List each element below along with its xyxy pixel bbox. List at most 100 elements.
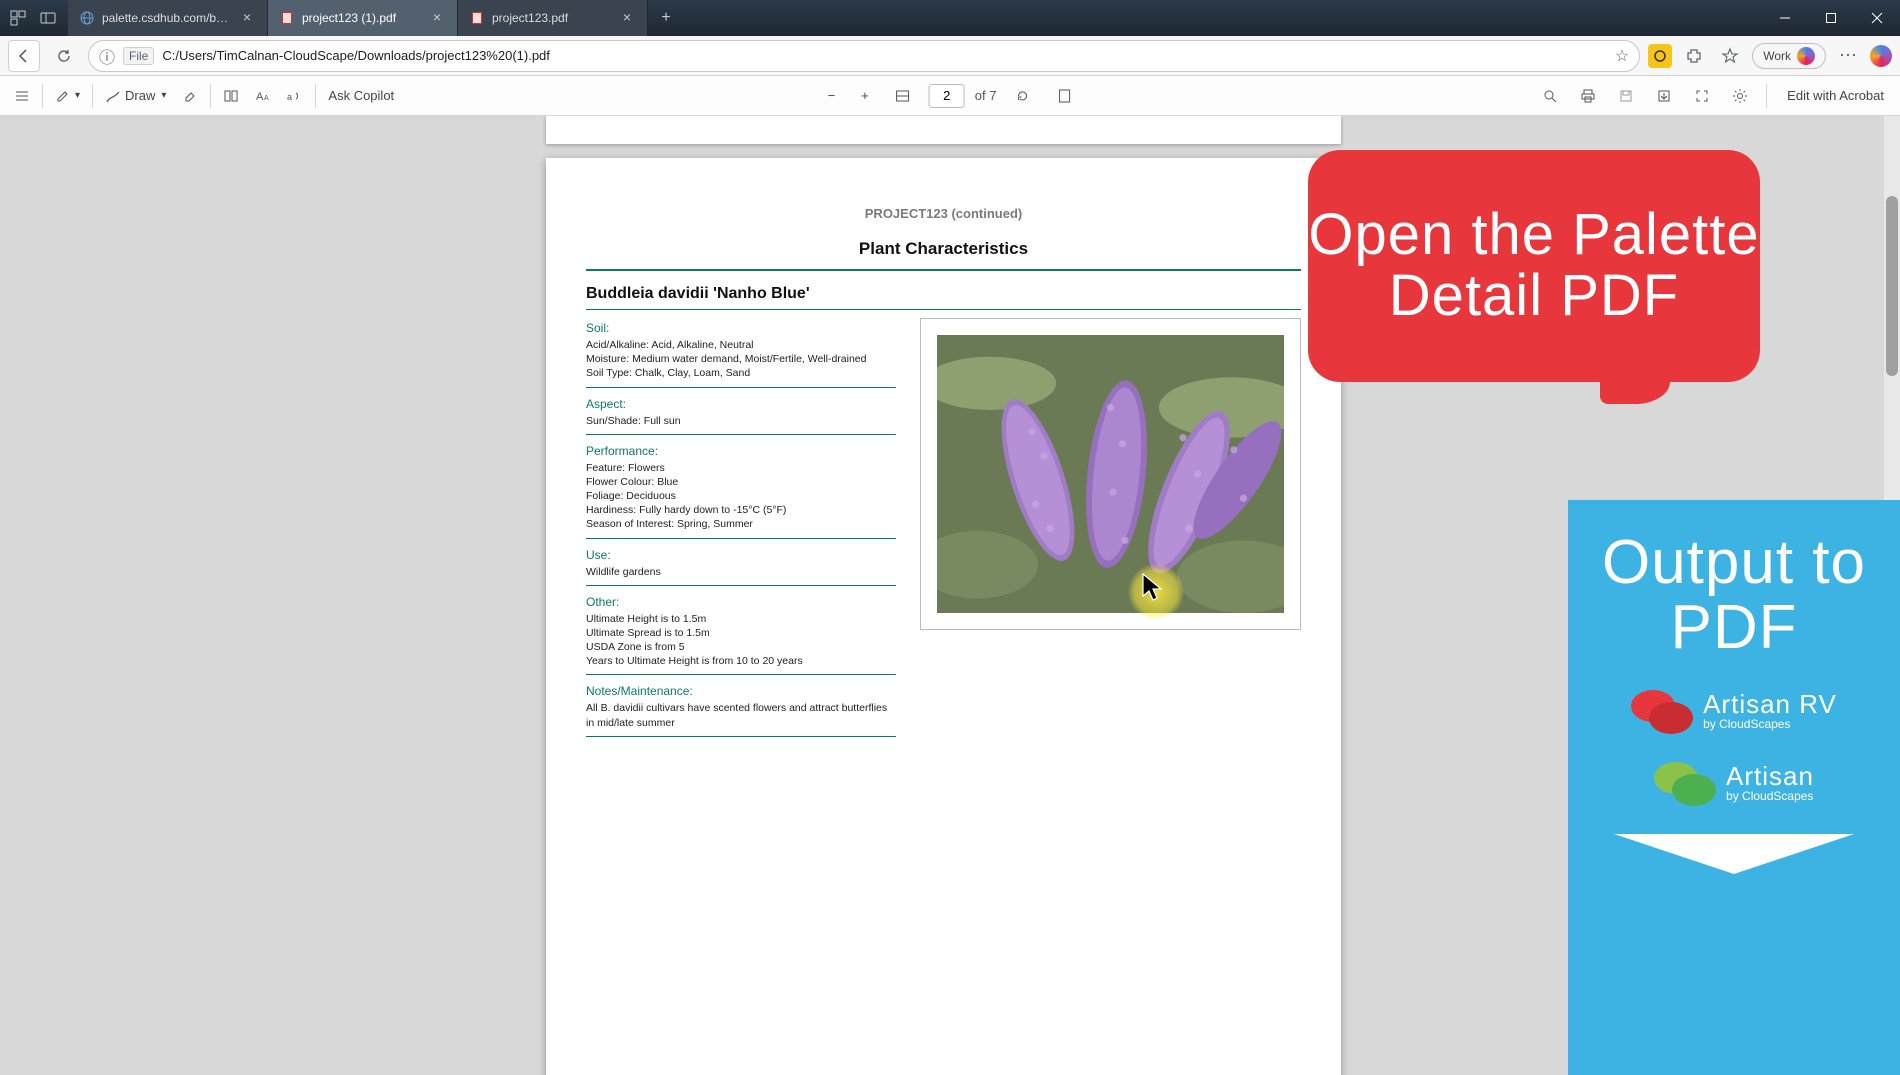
more-menu-icon[interactable]: ⋯ (1834, 42, 1862, 70)
url-input[interactable] (162, 48, 1607, 63)
section-body: Feature: Flowers Flower Colour: Blue Fol… (586, 461, 896, 538)
highlight-button[interactable]: ▾ (47, 82, 88, 110)
close-icon[interactable]: × (429, 10, 445, 26)
tab-title: project123 (1).pdf (302, 11, 423, 25)
tab-palette-csdhub[interactable]: palette.csdhub.com/builder.aspx × (68, 0, 268, 36)
divider (586, 269, 1301, 271)
scrollbar-thumb[interactable] (1886, 196, 1898, 376)
pdf-icon (280, 11, 294, 25)
pdf-page-previous (546, 116, 1341, 144)
section-title: Other: (586, 592, 896, 612)
logo-artisan: Artisan by CloudScapes (1586, 762, 1882, 804)
pdf-toolbar-right: Edit with Acrobat (1534, 82, 1894, 110)
separator (1766, 84, 1767, 108)
new-tab-button[interactable]: + (648, 0, 684, 36)
close-icon[interactable]: × (239, 10, 255, 26)
ask-copilot-button[interactable]: Ask Copilot (320, 82, 402, 109)
extension-icon-yellow[interactable] (1648, 44, 1672, 68)
page-total-label: of 7 (975, 88, 997, 103)
pdf-page: PROJECT123 (continued) Plant Characteris… (546, 158, 1341, 1075)
ask-copilot-label: Ask Copilot (328, 88, 394, 103)
overlay-blue-panel: Output to PDF Artisan RV by CloudScapes … (1568, 500, 1900, 1075)
char-line: Hardiness: Fully hardy down to -15°C (5°… (586, 503, 896, 517)
divider (586, 674, 896, 675)
close-window-button[interactable] (1854, 0, 1900, 36)
settings-gear-icon[interactable] (1724, 82, 1756, 110)
char-line: Sun/Shade: Full sun (586, 414, 896, 428)
separator (315, 84, 316, 108)
tab-strip: palette.csdhub.com/builder.aspx × projec… (68, 0, 684, 36)
tab-project123-pdf[interactable]: project123.pdf × (458, 0, 648, 36)
char-line: Years to Ultimate Height is from 10 to 2… (586, 654, 896, 668)
separator (210, 84, 211, 108)
logo-name: Artisan RV (1703, 691, 1837, 717)
save-icon[interactable] (1610, 82, 1642, 110)
refresh-button[interactable] (48, 40, 80, 72)
fullscreen-icon[interactable] (1686, 82, 1718, 110)
divider (586, 387, 896, 388)
edit-with-acrobat-button[interactable]: Edit with Acrobat (1777, 82, 1894, 109)
svg-text:A: A (264, 95, 269, 102)
char-line: Ultimate Height is to 1.5m (586, 612, 896, 626)
print-icon[interactable] (1572, 82, 1604, 110)
zoom-in-button[interactable]: + (853, 82, 877, 109)
tab-actions-icon[interactable] (8, 8, 28, 28)
cloud-logo-green-icon (1654, 762, 1714, 804)
plant-photo (937, 335, 1284, 613)
char-line: All B. davidii cultivars have scented fl… (586, 701, 896, 729)
char-line: Acid/Alkaline: Acid, Alkaline, Neutral (586, 338, 896, 352)
content-row: Soil: Acid/Alkaline: Acid, Alkaline, Neu… (586, 318, 1301, 743)
section-body: Sun/Shade: Full sun (586, 414, 896, 434)
separator (92, 84, 93, 108)
char-line: USDA Zone is from 5 (586, 640, 896, 654)
minimize-button[interactable] (1762, 0, 1808, 36)
tab-title: project123.pdf (492, 11, 613, 25)
profile-work-pill[interactable]: Work (1752, 43, 1826, 69)
erase-button[interactable] (174, 82, 206, 110)
divider (586, 736, 896, 737)
close-icon[interactable]: × (619, 10, 635, 26)
page-heading: Plant Characteristics (586, 239, 1301, 259)
file-badge: File (123, 47, 154, 65)
zoom-out-button[interactable]: − (820, 82, 844, 109)
draw-button[interactable]: Draw▾ (97, 82, 174, 110)
extensions-icon[interactable] (1680, 42, 1708, 70)
logo-sub: by CloudScapes (1703, 717, 1837, 731)
logo-sub: by CloudScapes (1726, 789, 1814, 803)
char-line: Moisture: Medium water demand, Moist/Fer… (586, 352, 896, 366)
page-view-icon[interactable] (1048, 82, 1080, 110)
section-title: Notes/Maintenance: (586, 681, 896, 701)
two-page-icon[interactable] (215, 82, 247, 110)
workspaces-icon[interactable] (38, 8, 58, 28)
section-aspect: Aspect: Sun/Shade: Full sun (586, 394, 896, 435)
section-title: Use: (586, 545, 896, 565)
info-icon[interactable]: ⓘ (99, 44, 115, 68)
rotate-icon[interactable] (1006, 82, 1038, 110)
section-title: Performance: (586, 441, 896, 461)
favorite-star-icon[interactable]: ☆ (1615, 46, 1629, 66)
read-aloud-icon[interactable]: a (279, 82, 311, 110)
window-titlebar: palette.csdhub.com/builder.aspx × projec… (0, 0, 1900, 36)
window-controls (1762, 0, 1900, 36)
tab-project123-1-pdf[interactable]: project123 (1).pdf × (268, 0, 458, 36)
chevron-down-icon (1614, 834, 1854, 874)
section-soil: Soil: Acid/Alkaline: Acid, Alkaline, Neu… (586, 318, 896, 388)
back-button[interactable] (8, 40, 40, 72)
contents-icon[interactable] (6, 82, 38, 110)
svg-text:A: A (256, 91, 264, 103)
section-other: Other: Ultimate Height is to 1.5m Ultima… (586, 592, 896, 676)
section-body: All B. davidii cultivars have scented fl… (586, 701, 896, 735)
fit-width-icon[interactable] (887, 82, 919, 110)
pdf-icon (470, 11, 484, 25)
page-number-input[interactable] (929, 84, 965, 108)
save-as-icon[interactable] (1648, 82, 1680, 110)
copilot-icon[interactable] (1870, 45, 1892, 67)
maximize-button[interactable] (1808, 0, 1854, 36)
address-box[interactable]: ⓘ File ☆ (88, 40, 1640, 72)
favorites-icon[interactable] (1716, 42, 1744, 70)
char-line: Ultimate Spread is to 1.5m (586, 626, 896, 640)
search-icon[interactable] (1534, 82, 1566, 110)
section-performance: Performance: Feature: Flowers Flower Col… (586, 441, 896, 539)
section-title: Aspect: (586, 394, 896, 414)
text-size-icon[interactable]: AA (247, 82, 279, 110)
